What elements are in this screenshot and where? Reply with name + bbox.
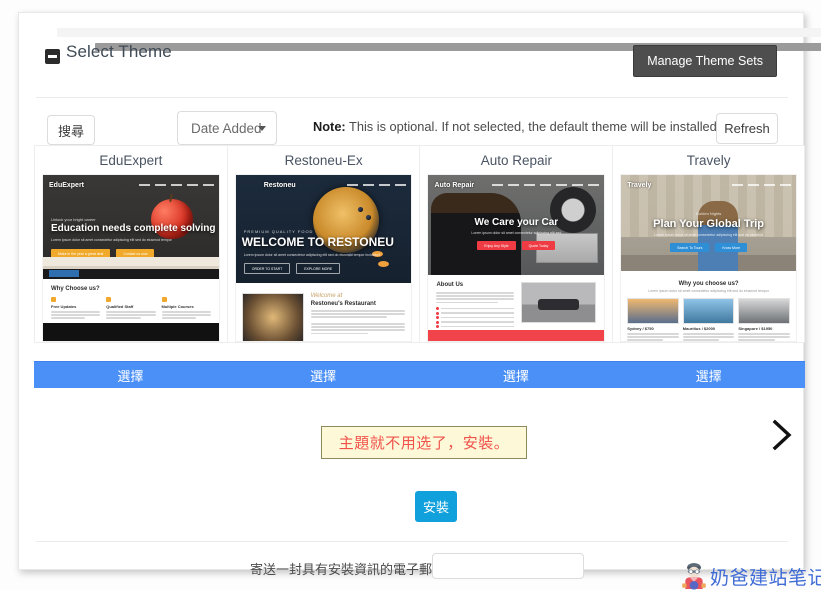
select-theme-button-travely[interactable]: 選擇	[612, 361, 805, 388]
theme-preview-image: Auto Repair We Care your Car Lorem ipsum…	[427, 174, 605, 342]
preview-section-heading: Why you choose us?	[621, 281, 796, 287]
chevron-down-icon	[258, 126, 266, 131]
preview-section-heading: Why Choose us?	[51, 286, 211, 292]
theme-title: EduExpert	[35, 146, 227, 174]
theme-preview-image: Restoneu PREMIUM QUALITY FOOD WELCOME TO…	[235, 174, 413, 342]
preview-cta-secondary: Quote Today	[522, 241, 556, 250]
preview-footer	[43, 323, 219, 341]
preview-subtext: Lorem ipsum dolor sit amet consectetur a…	[43, 238, 173, 243]
preview-script-text: Welcome at	[311, 293, 406, 299]
select-theme-button-restoneu-ex[interactable]: 選擇	[227, 361, 420, 388]
preview-section-sub: Lorem ipsum dolor sit amet consectetur a…	[627, 289, 790, 293]
feature-title: Qualified Staff	[106, 304, 155, 309]
theme-card-eduexpert[interactable]: EduExpert EduExpert Unlock your bright c…	[34, 145, 227, 343]
destination-card: Mauritius / $2000	[683, 298, 735, 342]
theme-title: Auto Repair	[420, 146, 612, 174]
theme-title: Restoneu-Ex	[228, 146, 420, 174]
preview-headline: Plan Your Global Trip	[621, 218, 796, 230]
theme-card-grid: EduExpert EduExpert Unlock your bright c…	[34, 145, 805, 343]
theme-card-restoneu-ex[interactable]: Restoneu-Ex Restoneu	[227, 145, 420, 343]
sort-dropdown[interactable]: Date Added	[177, 111, 277, 145]
preview-cta-primary: ORDER TO START	[244, 263, 290, 274]
annotation-callout: 主題就不用选了，安裝。	[321, 426, 527, 459]
feature-title: Free Updates	[51, 304, 100, 309]
preview-footer	[428, 330, 604, 341]
preview-headline: We Care your Car	[428, 217, 604, 228]
install-button[interactable]: 安裝	[415, 491, 457, 522]
page-title: Select Theme	[66, 42, 172, 62]
preview-cta-secondary: Know More	[715, 243, 747, 252]
preview-kicker: Unlock your bright career	[43, 217, 219, 222]
preview-brand: Travely	[627, 182, 651, 189]
manage-theme-sets-button[interactable]: Manage Theme Sets	[633, 45, 777, 77]
preview-subtext: Lorem ipsum dolor sit amet consectetur a…	[621, 233, 796, 238]
theme-preview-image: Travely Golden Nights Plan Your Global T…	[620, 174, 797, 342]
preview-kicker: Golden Nights	[621, 211, 796, 216]
preview-section-heading: About Us	[436, 282, 513, 288]
preview-headline: Education needs complete solving	[43, 223, 219, 234]
select-theme-button-eduexpert[interactable]: 選擇	[34, 361, 227, 388]
theme-card-travely[interactable]: Travely Travely Golden Nights P	[612, 145, 805, 343]
preview-kicker: PREMIUM QUALITY FOOD	[236, 229, 412, 234]
section-header: Select Theme Manage Theme Sets	[19, 31, 805, 89]
books-illustration	[43, 257, 219, 279]
preview-cta-secondary: EXPLORE MORE	[296, 263, 340, 274]
email-input[interactable]	[432, 553, 584, 579]
search-button[interactable]: 搜尋	[47, 115, 95, 145]
watermark: 奶爸建站笔记	[681, 551, 821, 590]
note-text: This is optional. If not selected, the d…	[346, 119, 717, 134]
sort-dropdown-value: Date Added	[191, 121, 262, 136]
preview-subtext: Lorem ipsum dolor sit amet consectetur a…	[236, 253, 386, 258]
theme-title: Travely	[613, 146, 804, 174]
theme-card-auto-repair[interactable]: Auto Repair Auto Repair We Care your Car	[419, 145, 612, 343]
preview-nav	[492, 184, 599, 187]
destination-title: Singapore / $1950	[738, 326, 790, 331]
preview-nav	[139, 184, 214, 187]
preview-thumbnail	[521, 282, 597, 323]
preview-nav	[732, 184, 791, 187]
person-avatar-icon	[681, 553, 707, 590]
preview-nav	[347, 184, 406, 187]
divider-top	[36, 97, 788, 98]
preview-section-heading: Restoneu's Restaurant	[311, 301, 406, 307]
collapse-minus-icon[interactable]	[45, 49, 60, 64]
destination-card: Sydney / $750	[627, 298, 679, 342]
destination-card: Singapore / $1950	[738, 298, 790, 342]
select-theme-panel: Select Theme Manage Theme Sets 搜尋 Date A…	[18, 12, 804, 570]
theme-preview-image: EduExpert Unlock your bright career Educ…	[42, 174, 220, 342]
preview-brand: Restoneu	[264, 182, 296, 189]
preview-cta-primary: Search To Tours	[670, 243, 709, 252]
preview-subtext: Lorem ipsum dolor sit amet consectetur a…	[428, 231, 604, 236]
preview-cta-primary: Enjoy Any Style	[477, 241, 515, 250]
feature-title: Multiple Courses	[162, 304, 211, 309]
bullet-line	[441, 308, 513, 310]
refresh-button[interactable]: Refresh	[716, 113, 778, 144]
watermark-text: 奶爸建站笔记	[710, 563, 821, 590]
note-prefix: Note:	[313, 119, 346, 134]
optional-note: Note: This is optional. If not selected,…	[313, 119, 717, 134]
preview-brand: EduExpert	[49, 182, 84, 189]
chevron-right-icon[interactable]	[767, 416, 797, 454]
preview-thumbnail	[242, 293, 304, 342]
preview-brand: Auto Repair	[434, 182, 474, 189]
theme-select-bar-row: 選擇 選擇 選擇 選擇	[34, 361, 805, 388]
destination-title: Mauritius / $2000	[683, 326, 735, 331]
select-theme-button-auto-repair[interactable]: 選擇	[420, 361, 613, 388]
screenshot-root: Select Theme Manage Theme Sets 搜尋 Date A…	[0, 0, 821, 590]
destination-title: Sydney / $750	[627, 326, 679, 331]
preview-headline: WELCOME TO RESTONEU	[236, 235, 412, 249]
divider-bottom	[36, 541, 788, 542]
